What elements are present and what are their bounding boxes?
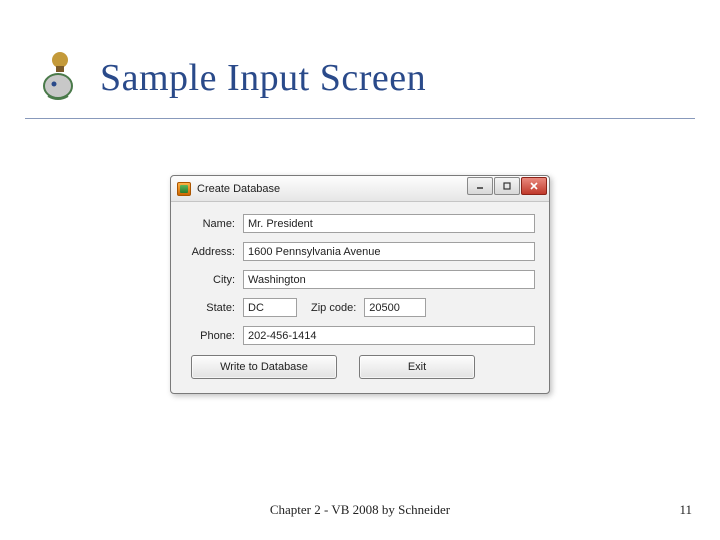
row-city: City: xyxy=(185,270,535,289)
form-body: Name: Address: City: State: Zip code: Ph… xyxy=(171,202,549,393)
city-input[interactable] xyxy=(243,270,535,289)
window-buttons xyxy=(466,177,547,195)
name-label: Name: xyxy=(185,218,243,230)
city-label: City: xyxy=(185,274,243,286)
exit-button[interactable]: Exit xyxy=(359,355,475,379)
row-state-zip: State: Zip code: xyxy=(185,298,535,317)
state-label: State: xyxy=(185,302,243,314)
zip-label: Zip code: xyxy=(297,302,364,314)
app-icon xyxy=(177,182,191,196)
minimize-button[interactable] xyxy=(467,177,493,195)
address-input[interactable] xyxy=(243,242,535,261)
page-number: 11 xyxy=(679,502,692,518)
button-row: Write to Database Exit xyxy=(185,355,535,379)
maximize-button[interactable] xyxy=(494,177,520,195)
row-address: Address: xyxy=(185,242,535,261)
name-input[interactable] xyxy=(243,214,535,233)
state-input[interactable] xyxy=(243,298,297,317)
titlebar: Create Database xyxy=(171,176,549,202)
window-title: Create Database xyxy=(197,183,280,195)
app-window: Create Database Name: Address: xyxy=(170,175,550,394)
close-button[interactable] xyxy=(521,177,547,195)
slide-footer: Chapter 2 - VB 2008 by Schneider xyxy=(0,502,720,518)
row-name: Name: xyxy=(185,214,535,233)
slide: Sample Input Screen Create Database Name… xyxy=(0,0,720,540)
decorative-icon xyxy=(30,48,90,108)
slide-title: Sample Input Screen xyxy=(100,56,426,100)
phone-input[interactable] xyxy=(243,326,535,345)
write-to-database-button[interactable]: Write to Database xyxy=(191,355,337,379)
slide-header: Sample Input Screen xyxy=(30,48,690,108)
title-underline xyxy=(25,118,695,119)
phone-label: Phone: xyxy=(185,330,243,342)
address-label: Address: xyxy=(185,246,243,258)
row-phone: Phone: xyxy=(185,326,535,345)
zip-input[interactable] xyxy=(364,298,426,317)
